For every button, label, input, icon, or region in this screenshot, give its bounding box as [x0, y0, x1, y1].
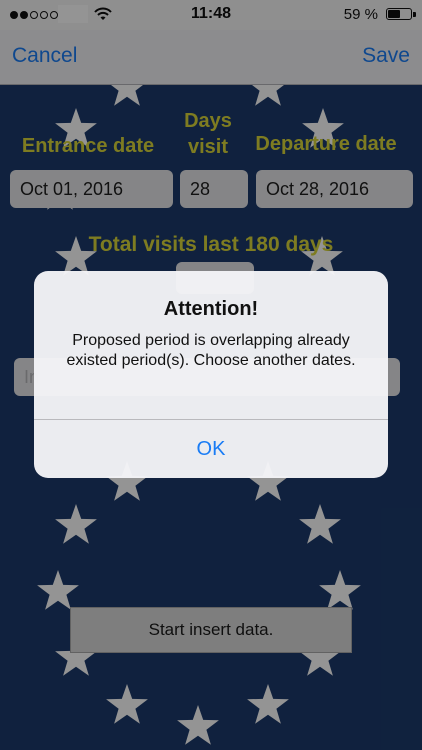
alert-ok-button[interactable]: OK	[34, 420, 388, 478]
alert-title: Attention!	[163, 298, 259, 320]
alert-dialog: Attention! Proposed period is overlappin…	[34, 271, 388, 478]
alert-message: Proposed period is overlapping already e…	[66, 332, 356, 369]
app-screen: 11:48 59 % Cancel Save Entrance date Day…	[0, 0, 422, 750]
